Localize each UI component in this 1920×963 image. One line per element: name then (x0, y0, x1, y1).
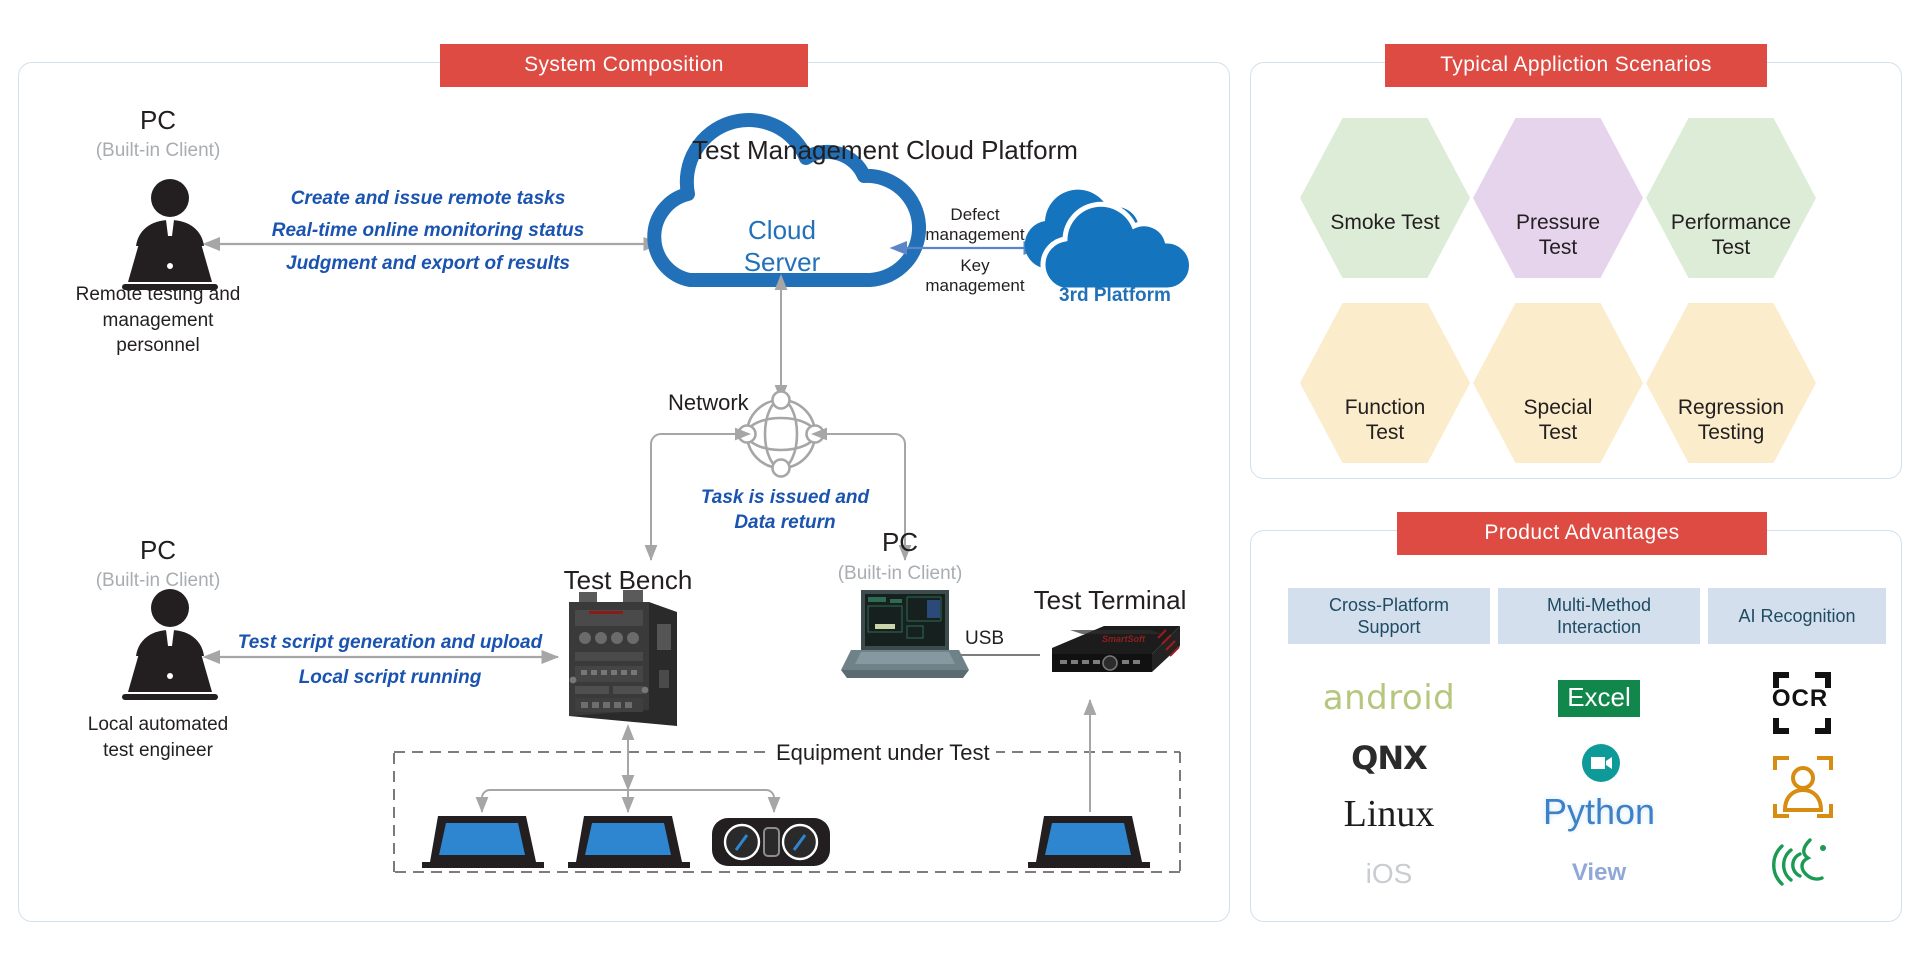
local-pc-subtitle: (Built-in Client) (95, 570, 221, 591)
remote-flow-3: Judgment and export of results (286, 253, 570, 274)
usb-label: USB (965, 628, 1005, 649)
local-pc-title: PC (139, 535, 177, 565)
advantage-logo-excel: Excel (1558, 679, 1640, 717)
local-flow-2: Local script running (298, 667, 482, 688)
scenario-label-0: Smoke Test (1330, 211, 1440, 234)
test-bench-label: Test Bench (563, 565, 693, 595)
remote-pc-role-line1: Remote testing and (75, 284, 241, 305)
third-flow-defect: Defect (950, 205, 1000, 224)
local-pc-role: Local automated test engineer (68, 712, 248, 763)
hex-bg-smoke (1300, 118, 1470, 278)
advantage-logo-excel-wrap: Excel (1499, 678, 1699, 718)
scenario-cell-regression-testing[interactable]: Regression Testing (1646, 303, 1816, 463)
scenario-label-4: Special Test (1523, 396, 1593, 445)
advantage-header-2: AI Recognition (1708, 588, 1886, 644)
advantage-logo-qnx: QNX (1351, 739, 1428, 777)
network-flow-1: Task is issued and (700, 487, 870, 508)
network-label: Network (668, 390, 749, 415)
cloud-platform-title: Test Management Cloud Platform (692, 135, 1078, 165)
cloud-server-line1: Cloud (748, 215, 816, 245)
scenario-cell-performance-test[interactable]: Performance Test (1646, 118, 1816, 278)
scenario-label-1: Pressure Test (1515, 211, 1601, 260)
bench-pc-title: PC (881, 527, 919, 557)
remote-flow-2: Real-time online monitoring status (271, 220, 585, 241)
advantage-logo-ios: iOS (1365, 858, 1413, 889)
cloud-server-label: Cloud Server (700, 215, 864, 278)
local-pc-role-line1: Local automated (87, 714, 229, 735)
advantage-logo-ocr: OCR (1771, 685, 1829, 712)
test-terminal-label: Test Terminal (1033, 585, 1187, 615)
scenario-label-2: Performance Test (1670, 211, 1792, 260)
panel-system-title: System Composition (440, 44, 808, 87)
cloud-server-line2: Server (743, 246, 821, 277)
local-pc-role-line2: test engineer (103, 739, 213, 761)
scenario-cell-function-test[interactable]: Function Test (1300, 303, 1470, 463)
advantage-logo-linux: Linux (1343, 793, 1435, 835)
scenario-cell-smoke-test[interactable]: Smoke Test (1300, 118, 1470, 278)
remote-pc-role-line2: management (102, 309, 214, 331)
advantage-logo-android: android (1322, 678, 1456, 718)
third-flow-defect-management: management (925, 225, 1025, 244)
panel-scenarios-title: Typical Appliction Scenarios (1385, 44, 1767, 87)
scenario-cell-special-test[interactable]: Special Test (1473, 303, 1643, 463)
remote-pc-subtitle: (Built-in Client) (95, 140, 221, 161)
remote-pc-role-line3: personnel (116, 335, 200, 357)
scenario-label-3: Function Test (1344, 396, 1426, 445)
bench-pc-subtitle: (Built-in Client) (837, 563, 963, 584)
scenario-label-5: Regression Testing (1677, 396, 1785, 445)
third-flow-key: Key (960, 256, 990, 275)
remote-flow-1: Create and issue remote tasks (290, 188, 566, 209)
third-platform-label: 3rd Platform (1059, 285, 1171, 306)
advantage-header-0: Cross-Platform Support (1288, 588, 1490, 644)
advantage-logo-python: Python (1542, 791, 1656, 832)
remote-pc-title: PC (139, 105, 177, 135)
equipment-under-test-label: Equipment under Test (770, 740, 996, 766)
advantage-header-1: Multi-Method Interaction (1498, 588, 1700, 644)
scenario-cell-pressure-test[interactable]: Pressure Test (1473, 118, 1643, 278)
remote-pc-role: Remote testing and management personnel (58, 282, 258, 359)
panel-advantages-title: Product Advantages (1397, 512, 1767, 555)
local-flow-1: Test script generation and upload (237, 632, 543, 653)
advantage-logo-view: View (1571, 859, 1627, 886)
